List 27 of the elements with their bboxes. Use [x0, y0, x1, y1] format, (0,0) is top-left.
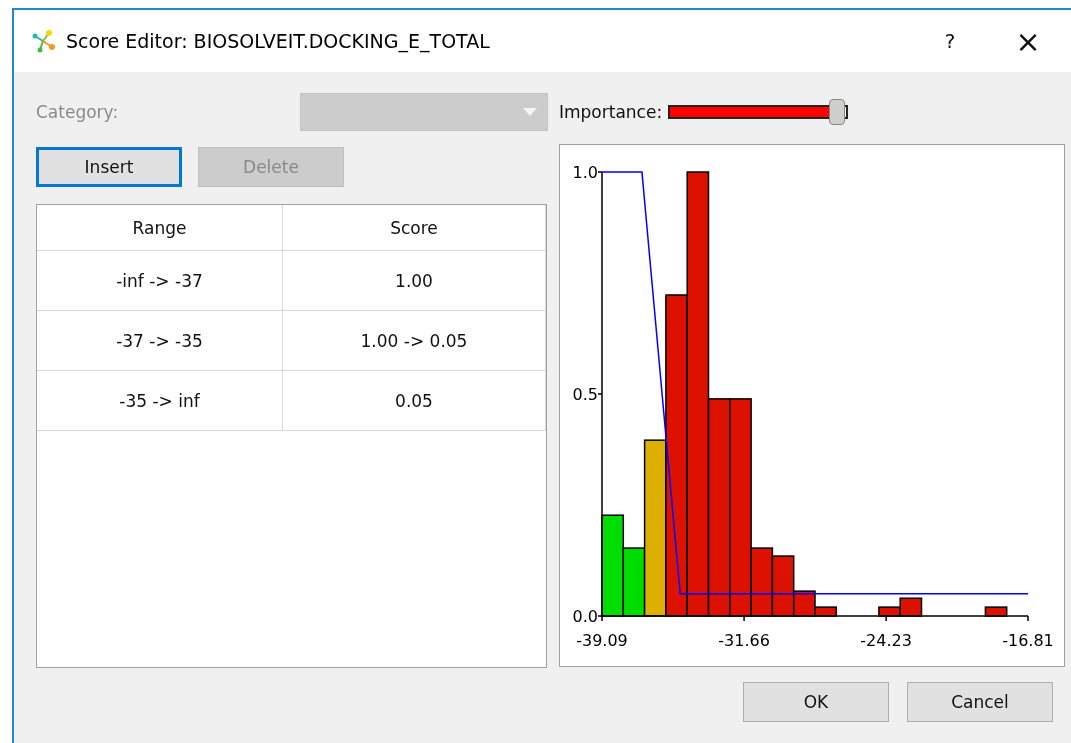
y-tick-label: 0.5 [572, 385, 598, 404]
x-tick-label: -24.23 [860, 631, 912, 650]
table-cell: -inf -> -37 [37, 251, 283, 311]
window-title: Score Editor: BIOSOLVEIT.DOCKING_E_TOTAL [66, 30, 491, 52]
cancel-button[interactable]: Cancel [907, 682, 1053, 722]
table-cell: -37 -> -35 [37, 311, 283, 371]
table-cell: 1.00 -> 0.05 [283, 311, 546, 371]
close-button[interactable]: × [999, 21, 1057, 61]
column-header[interactable]: Range [37, 205, 283, 251]
ok-button[interactable]: OK [743, 682, 889, 722]
slider-thumb[interactable] [829, 99, 846, 125]
table-cell: 1.00 [283, 251, 546, 311]
column-header[interactable]: Score [283, 205, 546, 251]
table-cell: 0.05 [283, 371, 546, 431]
y-tick-label: 0.0 [572, 607, 598, 626]
importance-label: Importance: [559, 102, 663, 122]
x-tick-label: -31.66 [718, 631, 770, 650]
help-button[interactable]: ? [921, 21, 979, 61]
insert-button[interactable]: Insert [36, 147, 182, 187]
x-tick-label: -39.09 [576, 631, 628, 650]
x-tick-label: -16.81 [1002, 631, 1054, 650]
app-logo-icon [30, 28, 56, 54]
category-label: Category: [36, 102, 119, 122]
table-cell: -35 -> inf [37, 371, 283, 431]
y-tick-label: 1.0 [572, 163, 598, 182]
histogram-bar [984, 606, 1008, 617]
dropdown-arrow-icon [523, 108, 537, 116]
